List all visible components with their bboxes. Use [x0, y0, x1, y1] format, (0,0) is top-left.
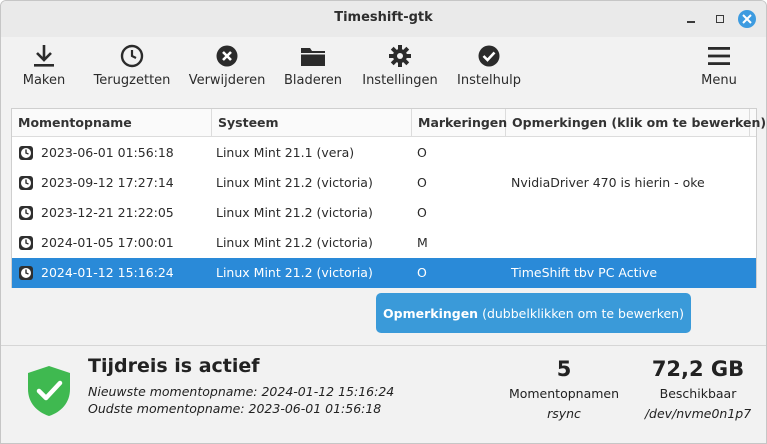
snapshot-count: 5 — [556, 357, 572, 381]
snapshot-name: 2023-06-01 01:56:18 — [41, 145, 174, 160]
status-divider — [1, 345, 766, 346]
create-button[interactable]: Maken — [21, 41, 67, 97]
snapshot-note[interactable]: NvidiaDriver 470 is hierin - oke — [511, 168, 705, 198]
toolbar: Maken Terugzetten Verwijderen Bladeren I… — [1, 37, 766, 101]
status-title: Tijdreis is actief — [88, 355, 260, 377]
snapshot-name: 2023-09-12 17:27:14 — [41, 175, 174, 190]
wizard-label: Instelhulp — [457, 73, 521, 88]
snapshot-system: Linux Mint 21.2 (victoria) — [216, 175, 373, 190]
shield-check-icon — [28, 366, 70, 416]
delete-button[interactable]: Verwijderen — [189, 41, 265, 97]
close-button[interactable] — [738, 10, 756, 28]
oldest-snapshot-text: Oudste momentopname: 2023-06-01 01:56:18 — [88, 401, 382, 416]
delete-label: Verwijderen — [188, 73, 266, 88]
column-header-snapshot[interactable]: Momentopname — [12, 109, 212, 137]
folder-icon — [301, 48, 325, 66]
snapshot-name: 2024-01-05 17:00:01 — [41, 235, 174, 250]
snapshot-system: Linux Mint 21.1 (vera) — [216, 145, 355, 160]
snapshot-clock-icon — [19, 206, 33, 220]
column-header-system[interactable]: Systeem — [212, 109, 412, 137]
minimize-button[interactable] — [682, 10, 700, 28]
clock-icon — [120, 44, 144, 68]
column-header-notes[interactable]: Opmerkingen (klik om te bewerken) — [506, 109, 766, 137]
snapshot-name: 2023-12-21 21:22:05 — [41, 205, 174, 220]
maximize-icon — [716, 15, 724, 23]
free-space-label: Beschikbaar — [659, 386, 737, 401]
create-label: Maken — [22, 73, 66, 88]
check-icon — [478, 45, 500, 67]
newest-snapshot-text: Nieuwste momentopname: 2024-01-12 15:16:… — [88, 384, 395, 399]
snapshot-type: rsync — [547, 406, 581, 421]
snapshot-note[interactable]: TimeShift tbv PC Active — [511, 258, 657, 288]
snapshot-system: Linux Mint 21.2 (victoria) — [216, 205, 373, 220]
table-row[interactable]: 2023-09-12 17:27:14 Linux Mint 21.2 (vic… — [12, 168, 756, 198]
snapshot-tag: O — [417, 145, 427, 160]
free-space: 72,2 GB — [651, 357, 745, 381]
minimize-icon — [687, 21, 695, 23]
notes-hint-button[interactable]: Opmerkingen (dubbelklikken om te bewerke… — [376, 293, 691, 333]
snapshot-clock-icon — [19, 146, 33, 160]
snapshot-clock-icon — [19, 236, 33, 250]
app-window: Timeshift-gtk Maken Terugzetten Verwijde… — [0, 0, 767, 444]
browse-button[interactable]: Bladeren — [283, 41, 343, 97]
snapshot-clock-icon — [19, 176, 33, 190]
title-bar: Timeshift-gtk — [1, 1, 766, 37]
hamburger-icon — [708, 47, 730, 65]
snapshot-tag: M — [417, 235, 428, 250]
settings-button[interactable]: Instellingen — [361, 41, 439, 97]
wizard-button[interactable]: Instelhulp — [455, 41, 523, 97]
snapshot-name: 2024-01-12 15:16:24 — [41, 265, 174, 280]
notes-hint-title: Opmerkingen — [383, 305, 479, 321]
browse-label: Bladeren — [283, 73, 343, 88]
table-row[interactable]: 2024-01-05 17:00:01 Linux Mint 21.2 (vic… — [12, 228, 756, 258]
snapshot-tag: O — [417, 175, 427, 190]
table-row[interactable]: 2023-06-01 01:56:18 Linux Mint 21.1 (ver… — [12, 138, 756, 168]
close-icon — [742, 14, 752, 24]
menu-button[interactable]: Menu — [699, 41, 739, 97]
snapshot-table: Momentopname Systeem Markeringen Opmerki… — [11, 108, 766, 288]
download-icon — [34, 45, 54, 67]
device-path: /dev/nvme0n1p7 — [644, 406, 752, 421]
menu-label: Menu — [701, 73, 737, 88]
table-row[interactable]: 2023-12-21 21:22:05 Linux Mint 21.2 (vic… — [12, 198, 756, 228]
delete-icon — [216, 45, 238, 67]
gear-icon — [389, 45, 411, 67]
snapshot-count-label: Momentopnamen — [508, 386, 620, 401]
snapshot-clock-icon — [19, 266, 33, 280]
snapshot-system: Linux Mint 21.2 (victoria) — [216, 265, 373, 280]
snapshot-tag: O — [417, 205, 427, 220]
restore-label: Terugzetten — [93, 73, 171, 88]
free-space-stat: 72,2 GB Beschikbaar /dev/nvme0n1p7 — [637, 357, 759, 421]
notes-hint-text: (dubbelklikken om te bewerken) — [482, 305, 684, 321]
maximize-button[interactable] — [711, 10, 729, 28]
snapshot-count-stat: 5 Momentopnamen rsync — [503, 357, 625, 421]
window-title: Timeshift-gtk — [334, 10, 433, 25]
table-header: Momentopname Systeem Markeringen Opmerki… — [12, 109, 766, 137]
snapshot-tag: O — [417, 265, 427, 280]
table-row-selected[interactable]: 2024-01-12 15:16:24 Linux Mint 21.2 (vic… — [12, 258, 756, 288]
restore-button[interactable]: Terugzetten — [92, 41, 172, 97]
settings-label: Instellingen — [362, 73, 438, 88]
snapshot-system: Linux Mint 21.2 (victoria) — [216, 235, 373, 250]
column-header-tags[interactable]: Markeringen — [412, 109, 507, 137]
